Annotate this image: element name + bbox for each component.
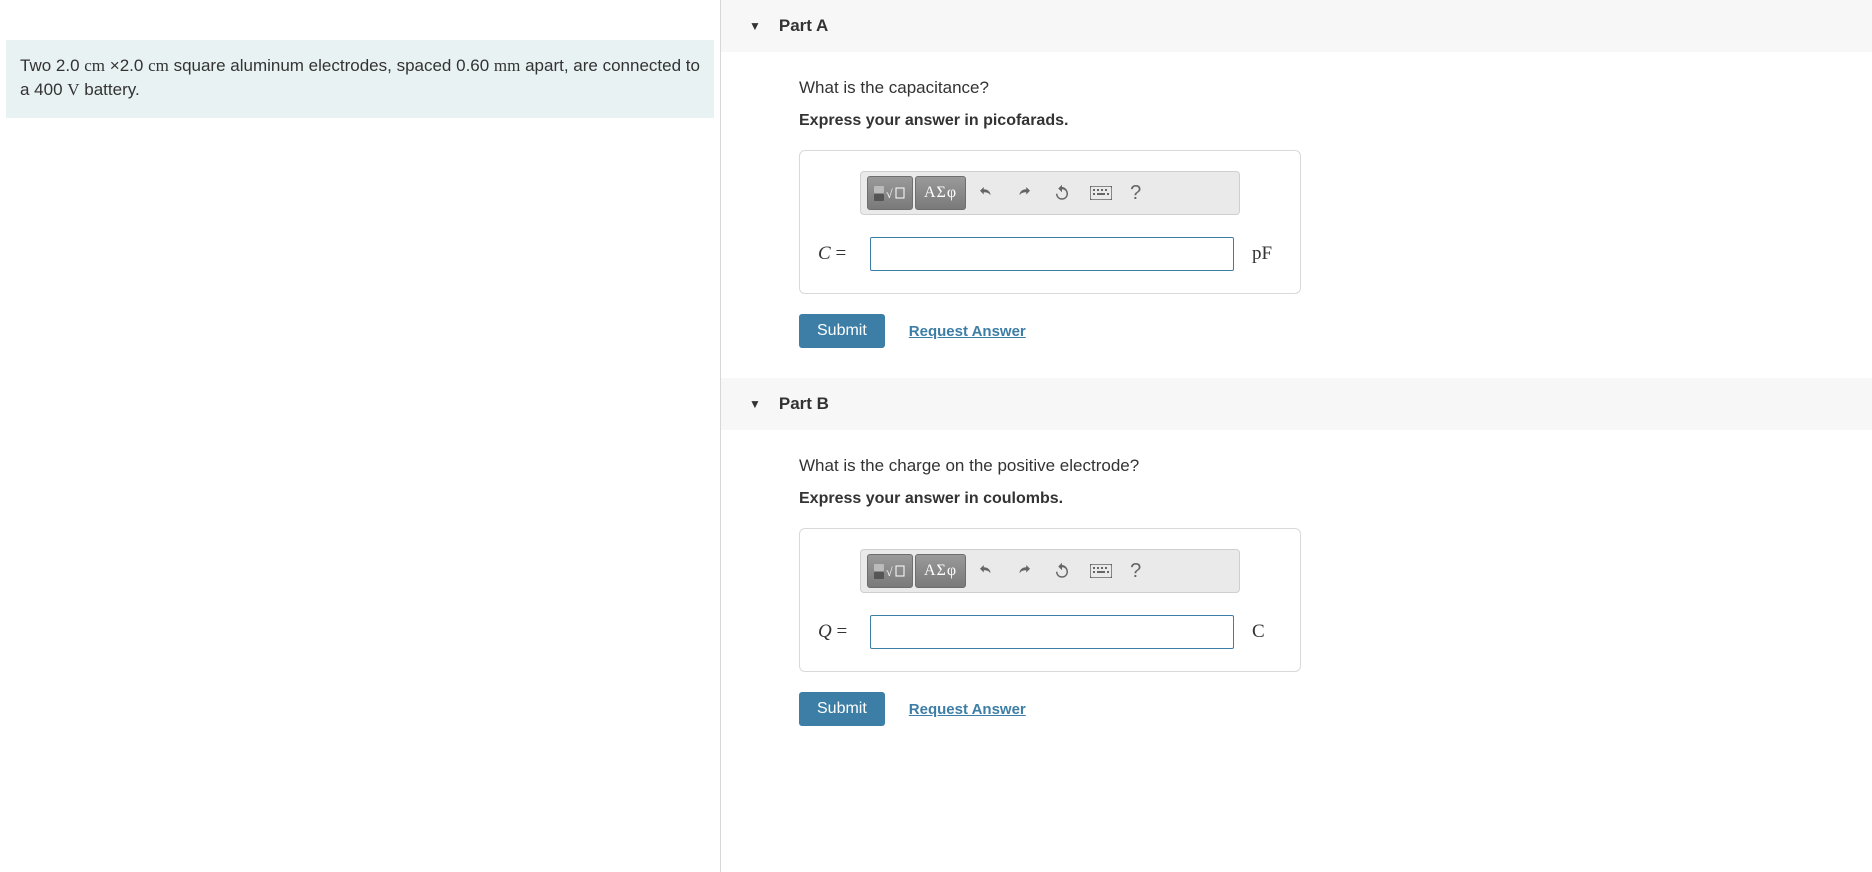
reset-icon[interactable] (1044, 554, 1080, 588)
part-b-header[interactable]: ▼ Part B (721, 378, 1872, 430)
unit-cm: cm (84, 56, 105, 75)
undo-icon[interactable] (968, 176, 1004, 210)
part-a-body: What is the capacitance? Express your an… (721, 52, 1872, 378)
part-a-actions: Submit Request Answer (799, 314, 1872, 348)
problem-text: square aluminum electrodes, spaced 0.60 (169, 56, 494, 75)
part-a-question: What is the capacitance? (799, 78, 1872, 98)
equation-toolbar: √ ΑΣφ ? (860, 549, 1240, 593)
problem-statement: Two 2.0 cm ×2.0 cm square aluminum elect… (6, 40, 714, 118)
keyboard-icon[interactable] (1082, 554, 1120, 588)
request-answer-link[interactable]: Request Answer (909, 701, 1026, 718)
submit-button[interactable]: Submit (799, 314, 885, 348)
help-icon[interactable]: ? (1122, 554, 1149, 588)
caret-down-icon: ▼ (749, 397, 761, 411)
keyboard-icon[interactable] (1082, 176, 1120, 210)
variable-label: Q = (818, 621, 862, 643)
variable-label: C = (818, 243, 862, 265)
equation-toolbar: √ ΑΣφ ? (860, 171, 1240, 215)
unit-label: pF (1252, 243, 1282, 265)
unit-cm: cm (148, 56, 169, 75)
redo-icon[interactable] (1006, 176, 1042, 210)
part-b-answer-row: Q = C (818, 615, 1282, 649)
answer-pane: ▼ Part A What is the capacitance? Expres… (721, 0, 1872, 872)
undo-icon[interactable] (968, 554, 1004, 588)
problem-pane: Two 2.0 cm ×2.0 cm square aluminum elect… (0, 0, 720, 872)
part-a-answer-input[interactable] (870, 237, 1234, 271)
help-icon[interactable]: ? (1122, 176, 1149, 210)
part-a-answer-row: C = pF (818, 237, 1282, 271)
part-b-answer-input[interactable] (870, 615, 1234, 649)
problem-text: × (105, 56, 120, 75)
svg-text:√: √ (886, 565, 893, 579)
templates-button-icon[interactable]: √ (867, 176, 913, 210)
part-b-instruction: Express your answer in coulombs. (799, 490, 1872, 508)
unit-mm: mm (494, 56, 520, 75)
templates-button-icon[interactable]: √ (867, 554, 913, 588)
part-a-answer-box: √ ΑΣφ ? C = pF (799, 150, 1301, 294)
part-b-answer-box: √ ΑΣφ ? Q = C (799, 528, 1301, 672)
submit-button[interactable]: Submit (799, 692, 885, 726)
problem-text: 2.0 (120, 56, 148, 75)
unit-label: C (1252, 621, 1282, 643)
caret-down-icon: ▼ (749, 19, 761, 33)
part-a-title: Part A (779, 16, 828, 36)
part-b-actions: Submit Request Answer (799, 692, 1872, 726)
part-a-header[interactable]: ▼ Part A (721, 0, 1872, 52)
problem-text: battery. (80, 80, 140, 99)
greek-symbols-button[interactable]: ΑΣφ (915, 176, 966, 210)
greek-symbols-button[interactable]: ΑΣφ (915, 554, 966, 588)
redo-icon[interactable] (1006, 554, 1042, 588)
part-a-instruction: Express your answer in picofarads. (799, 112, 1872, 130)
reset-icon[interactable] (1044, 176, 1080, 210)
svg-text:√: √ (886, 187, 893, 201)
problem-text: Two 2.0 (20, 56, 84, 75)
part-b-question: What is the charge on the positive elect… (799, 456, 1872, 476)
request-answer-link[interactable]: Request Answer (909, 323, 1026, 340)
part-b-title: Part B (779, 394, 829, 414)
part-b-body: What is the charge on the positive elect… (721, 430, 1872, 756)
unit-volt: V (67, 80, 79, 99)
